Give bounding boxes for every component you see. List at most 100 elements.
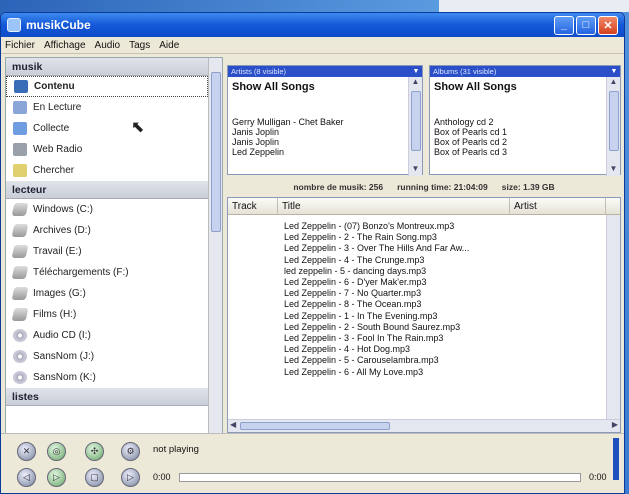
section-listes[interactable]: listes xyxy=(6,388,208,406)
section-lecteur[interactable]: lecteur xyxy=(6,181,208,199)
sidebar-drive-item[interactable]: SansNom (K:) xyxy=(6,367,208,388)
albums-show-all[interactable]: Show All Songs xyxy=(430,77,620,117)
artist-list-item[interactable]: Led Zeppelin xyxy=(232,147,422,157)
albums-header-label: Albums (31 visible) xyxy=(433,67,497,76)
sidebar-musik-item[interactable]: Collecte xyxy=(6,118,208,139)
collect-icon xyxy=(13,122,27,135)
section-musik[interactable]: musik xyxy=(6,58,208,76)
scroll-up-icon[interactable]: ▲ xyxy=(607,77,620,89)
sidebar-drive-item[interactable]: Archives (D:) xyxy=(6,220,208,241)
table-row[interactable]: Led Zeppelin - 4 - Hot Dog.mp3 xyxy=(284,344,620,355)
artists-dropdown-icon[interactable]: ▼ xyxy=(410,68,422,75)
table-row[interactable]: Led Zeppelin - 6 - All My Love.mp3 xyxy=(284,367,620,378)
previous-icon[interactable]: ◁ xyxy=(17,468,36,487)
settings-icon[interactable]: ⚙ xyxy=(121,442,140,461)
table-row[interactable]: Led Zeppelin - 3 - Over The Hills And Fa… xyxy=(284,243,620,254)
window-title: musikCube xyxy=(26,18,91,32)
sidebar-drive-item[interactable]: Windows (C:) xyxy=(6,199,208,220)
running-time: running time: 21:04:09 xyxy=(397,182,488,192)
artist-list-item[interactable]: Janis Joplin xyxy=(232,137,422,147)
artists-scrollbar[interactable]: ▲ ▼ xyxy=(408,77,422,176)
albums-header[interactable]: Albums (31 visible) ▼ xyxy=(430,66,620,77)
minimize-button[interactable]: _ xyxy=(554,15,574,35)
artist-list-item[interactable]: Janis Joplin xyxy=(232,127,422,137)
seek-bar[interactable] xyxy=(179,473,581,482)
sidebar-scrollbar[interactable] xyxy=(208,58,222,442)
close-button[interactable]: ✕ xyxy=(598,15,618,35)
album-list-item[interactable]: Box of Pearls cd 1 xyxy=(434,127,620,137)
table-row[interactable]: Led Zeppelin - 2 - South Bound Saurez.mp… xyxy=(284,322,620,333)
title-bar[interactable]: musikCube _ □ ✕ xyxy=(1,13,624,37)
sidebar-drive-item[interactable]: Audio CD (I:) xyxy=(6,325,208,346)
scroll-left-icon[interactable]: ◀ xyxy=(230,420,236,429)
table-row[interactable]: Led Zeppelin - 6 - D'yer Mak'er.mp3 xyxy=(284,277,620,288)
sidebar-musik-item[interactable]: En Lecture xyxy=(6,97,208,118)
shuffle-icon[interactable]: ✣ xyxy=(85,442,104,461)
radio-icon xyxy=(13,143,27,156)
albums-scrollbar[interactable]: ▲ ▼ xyxy=(606,77,620,176)
menu-fichier[interactable]: Fichier xyxy=(5,40,35,51)
artists-scroll-thumb[interactable] xyxy=(411,91,421,151)
scroll-up-icon[interactable]: ▲ xyxy=(409,77,422,89)
pause-icon[interactable]: ▢ xyxy=(85,468,104,487)
mouse-cursor-icon: ⬉ xyxy=(131,119,145,136)
drive-icon xyxy=(11,287,29,300)
artist-list-item[interactable]: Gerry Mulligan - Chet Baker xyxy=(232,117,422,127)
sidebar-drive-item[interactable]: Travail (E:) xyxy=(6,241,208,262)
app-icon xyxy=(7,18,21,32)
menu-bar: Fichier Affichage Audio Tags Aide xyxy=(1,37,624,54)
albums-dropdown-icon[interactable]: ▼ xyxy=(608,68,620,75)
column-artist[interactable]: Artist xyxy=(510,198,606,214)
scroll-down-icon[interactable]: ▼ xyxy=(409,164,422,176)
sidebar-musik-item-label: Contenu xyxy=(34,81,75,92)
tracks-hscrollbar[interactable]: ◀ ▶ xyxy=(228,419,620,432)
scroll-right-icon[interactable]: ▶ xyxy=(612,420,618,429)
table-row[interactable]: Led Zeppelin - 8 - The Ocean.mp3 xyxy=(284,299,620,310)
artists-show-all[interactable]: Show All Songs xyxy=(228,77,422,117)
scroll-down-icon[interactable]: ▼ xyxy=(607,164,620,176)
table-row[interactable]: led zeppelin - 5 - dancing days.mp3 xyxy=(284,266,620,277)
menu-tags[interactable]: Tags xyxy=(129,40,150,51)
menu-affichage[interactable]: Affichage xyxy=(44,40,86,51)
sidebar-drive-item-label: Films (H:) xyxy=(33,309,77,320)
volume-slider[interactable] xyxy=(613,438,619,480)
album-list-item[interactable]: Box of Pearls cd 3 xyxy=(434,147,620,157)
sidebar-drive-item[interactable]: Films (H:) xyxy=(6,304,208,325)
table-row[interactable]: Led Zeppelin - 4 - The Crunge.mp3 xyxy=(284,255,620,266)
table-row[interactable]: Led Zeppelin - 3 - Fool In The Rain.mp3 xyxy=(284,333,620,344)
tracks-hscroll-thumb[interactable] xyxy=(240,422,390,430)
table-row[interactable]: Led Zeppelin - (07) Bonzo's Montreux.mp3 xyxy=(284,221,620,232)
stop-icon[interactable]: ✕ xyxy=(17,442,36,461)
next-icon[interactable]: ▷ xyxy=(121,468,140,487)
column-track[interactable]: Track xyxy=(228,198,278,214)
table-row[interactable]: Led Zeppelin - 2 - The Rain Song.mp3 xyxy=(284,232,620,243)
sidebar: musik Contenu En Lecture Collecte Web Radio… xyxy=(5,57,223,443)
albums-scroll-thumb[interactable] xyxy=(609,91,619,151)
artists-header[interactable]: Artists (8 visible) ▼ xyxy=(228,66,422,77)
sidebar-scroll-thumb[interactable] xyxy=(211,72,221,232)
sidebar-drive-item[interactable]: SansNom (J:) xyxy=(6,346,208,367)
table-row[interactable]: Led Zeppelin - 1 - In The Evening.mp3 xyxy=(284,311,620,322)
sidebar-drive-item-label: Travail (E:) xyxy=(33,246,82,257)
play-icon[interactable]: ▷ xyxy=(47,468,66,487)
sidebar-musik-item[interactable]: Web Radio xyxy=(6,139,208,160)
table-row[interactable]: Led Zeppelin - 7 - No Quarter.mp3 xyxy=(284,288,620,299)
sidebar-drive-item[interactable]: Téléchargements (F:) xyxy=(6,262,208,283)
menu-audio[interactable]: Audio xyxy=(95,40,121,51)
album-list-item[interactable]: Box of Pearls cd 2 xyxy=(434,137,620,147)
menu-aide[interactable]: Aide xyxy=(159,40,179,51)
library-size: size: 1.39 GB xyxy=(501,182,555,192)
track-list-header: Track Title Artist xyxy=(228,198,620,215)
column-title[interactable]: Title xyxy=(278,198,510,214)
album-list-item[interactable]: Anthology cd 2 xyxy=(434,117,620,127)
tracks-vscrollbar[interactable] xyxy=(606,215,620,419)
sidebar-drive-item-label: Audio CD (I:) xyxy=(33,330,91,341)
sidebar-musik-item[interactable]: Contenu xyxy=(6,76,208,97)
drive-icon xyxy=(11,308,29,321)
sidebar-musik-item-label: Web Radio xyxy=(33,144,83,155)
repeat-icon[interactable]: ◎ xyxy=(47,442,66,461)
table-row[interactable]: Led Zeppelin - 5 - Carouselambra.mp3 xyxy=(284,355,620,366)
sidebar-drive-item[interactable]: Images (G:) xyxy=(6,283,208,304)
sidebar-musik-item[interactable]: Chercher xyxy=(6,160,208,181)
maximize-button[interactable]: □ xyxy=(576,15,596,35)
